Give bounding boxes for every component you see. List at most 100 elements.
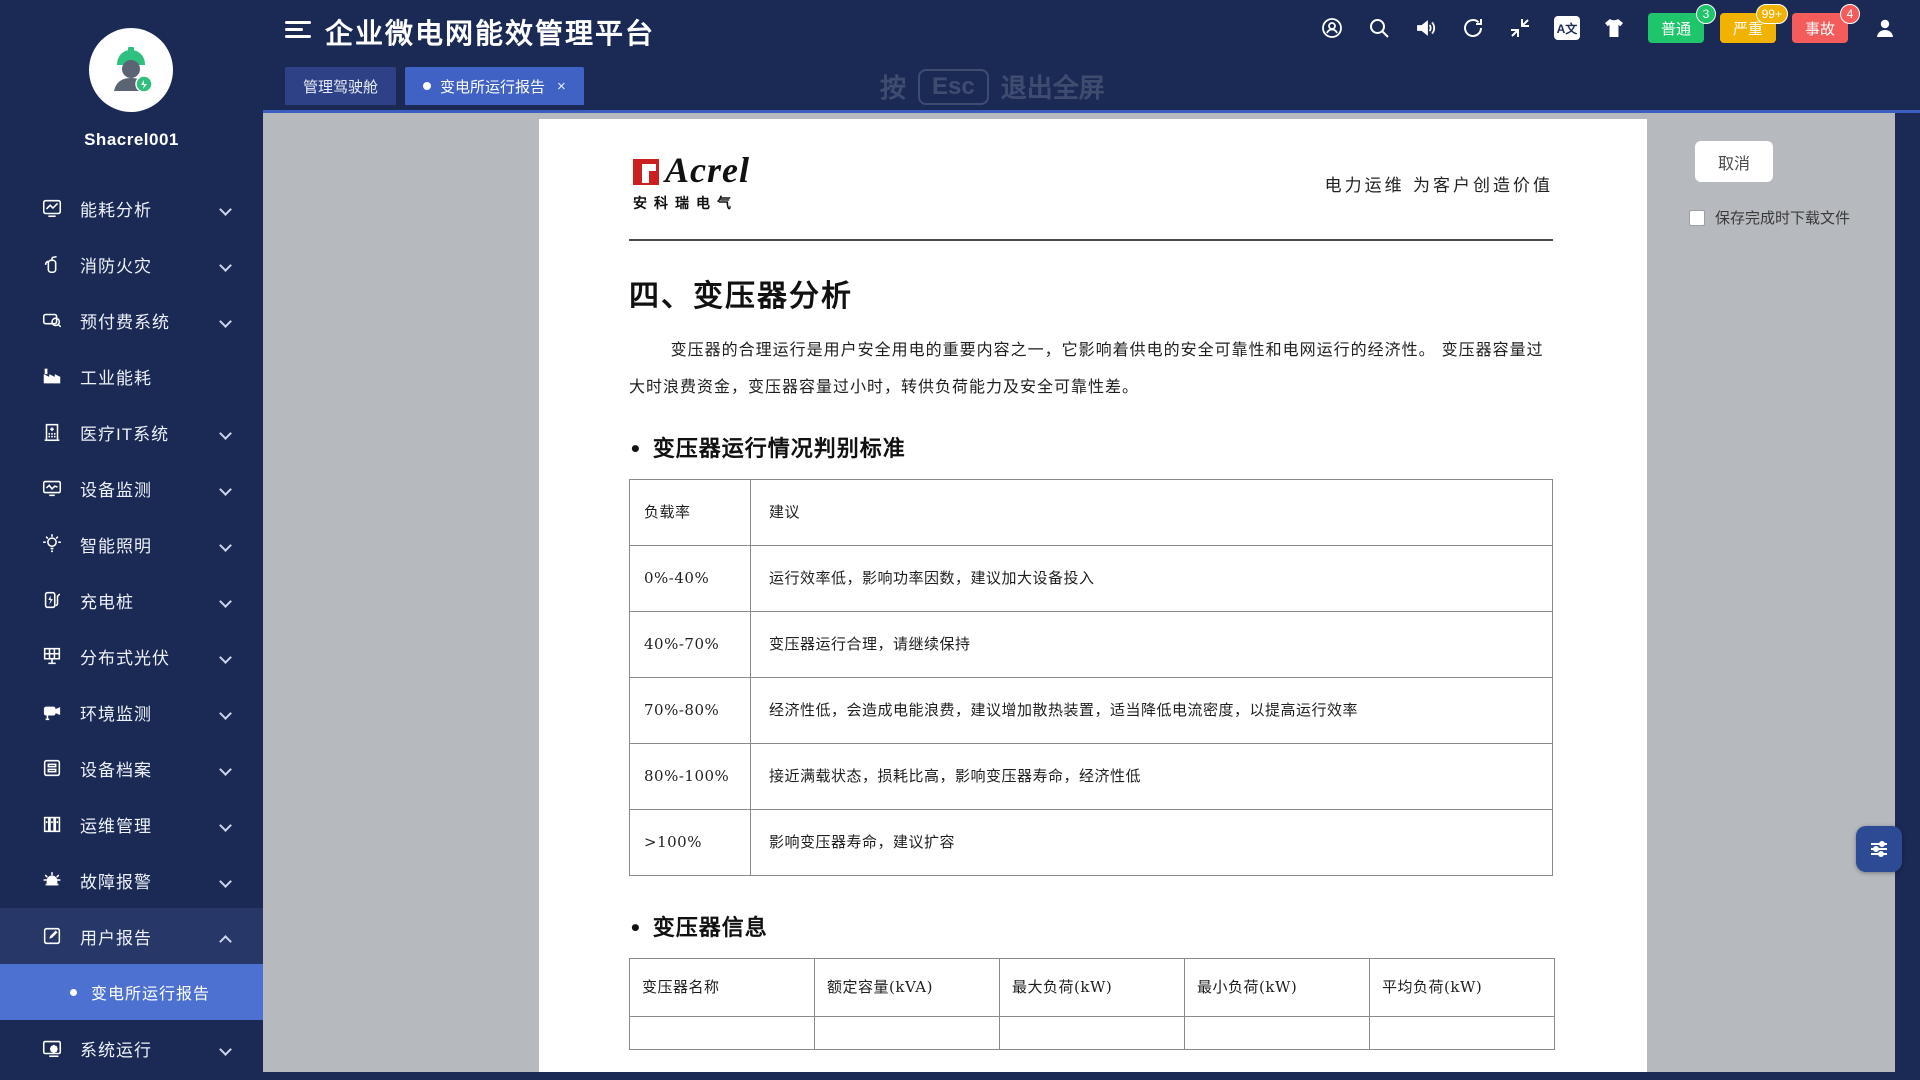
- sidebar-item-environment-monitoring[interactable]: 环境监测: [0, 684, 263, 740]
- cell: 40%-70%: [630, 612, 751, 678]
- chevron-down-icon: [219, 763, 232, 776]
- volume-icon[interactable]: [1413, 15, 1439, 41]
- sidebar-item-prepaid-system[interactable]: 预付费系统: [0, 292, 263, 348]
- cell: 变压器运行合理，请继续保持: [751, 612, 1553, 678]
- prepaid-card-icon: [40, 308, 64, 332]
- table1-heading: •变压器运行情况判别标准: [629, 431, 1553, 463]
- table-row: 40%-70% 变压器运行合理，请继续保持: [630, 612, 1553, 678]
- sidebar-item-om-management[interactable]: 运维管理: [0, 796, 263, 852]
- document-header: Acrel 安科瑞电气 电力运维 为客户创造价值: [629, 157, 1553, 227]
- header-cell: 额定容量(kVA): [815, 959, 1000, 1017]
- charging-pile-icon: [40, 588, 64, 612]
- sidebar-menu: 能耗分析 消防火灾 预付费系统 工业能耗 医疗IT系统 设备监测 智能照明 充: [0, 180, 263, 1076]
- table-row: >100% 影响变压器寿命，建议扩容: [630, 810, 1553, 876]
- sidebar-item-energy-analysis[interactable]: 能耗分析: [0, 180, 263, 236]
- search-icon[interactable]: [1366, 15, 1392, 41]
- sidebar-item-system-run[interactable]: 系统运行: [0, 1020, 263, 1076]
- table-row: 80%-100% 接近满载状态，损耗比高，影响变压器寿命，经济性低: [630, 744, 1553, 810]
- chevron-down-icon: [219, 315, 232, 328]
- brand-slogan: 电力运维 为客户创造价值: [1325, 171, 1553, 196]
- service-ring-icon[interactable]: [1319, 15, 1345, 41]
- section-paragraph: 变压器的合理运行是用户安全用电的重要内容之一，它影响着供电的安全可靠性和电网运行…: [629, 331, 1553, 405]
- header-cell: 平均负荷(kW): [1370, 959, 1555, 1017]
- header-cell: 负载率: [630, 480, 751, 546]
- cell: >100%: [630, 810, 751, 876]
- document-page: Acrel 安科瑞电气 电力运维 为客户创造价值 四、变压器分析 变压器的合理运…: [539, 119, 1647, 1072]
- sidebar-item-smart-lighting[interactable]: 智能照明: [0, 516, 263, 572]
- monitor-wave-icon: [40, 476, 64, 500]
- sidebar-item-charging-pile[interactable]: 充电桩: [0, 572, 263, 628]
- system-gear-icon: [40, 1036, 64, 1060]
- download-checkbox-label: 保存完成时下载文件: [1715, 207, 1850, 228]
- header-cell: 最小负荷(kW): [1185, 959, 1370, 1017]
- close-tab-icon[interactable]: ×: [557, 78, 566, 95]
- cancel-button[interactable]: 取消: [1695, 141, 1773, 182]
- cell: [630, 1017, 815, 1050]
- tab-dashboard[interactable]: 管理驾驶舱: [285, 67, 396, 105]
- app-title: 企业微电网能效管理平台: [325, 12, 655, 52]
- header-cell: 最大负荷(kW): [1000, 959, 1185, 1017]
- alarm-severe-button[interactable]: 严重 99+: [1720, 13, 1776, 43]
- chevron-down-icon: [219, 819, 232, 832]
- exit-fullscreen-icon[interactable]: [1507, 15, 1533, 41]
- sidebar-item-user-report[interactable]: 用户报告: [0, 908, 263, 964]
- sidebar-item-industrial-energy[interactable]: 工业能耗: [0, 348, 263, 404]
- sidebar-item-distributed-pv[interactable]: 分布式光伏: [0, 628, 263, 684]
- translate-icon[interactable]: A文: [1554, 15, 1580, 41]
- table2-heading: •变压器信息: [629, 910, 1553, 942]
- sidebar-item-device-archive[interactable]: 设备档案: [0, 740, 263, 796]
- binders-icon: [40, 812, 64, 836]
- cell: 影响变压器寿命，建议扩容: [751, 810, 1553, 876]
- hospital-icon: [40, 420, 64, 444]
- cell: 0%-40%: [630, 546, 751, 612]
- factory-icon: [40, 364, 64, 388]
- alarm-normal-button[interactable]: 普通 3: [1648, 13, 1704, 43]
- report-edit-icon: [40, 924, 64, 948]
- tab-substation-report[interactable]: 变电所运行报告 ×: [405, 67, 584, 105]
- chevron-down-icon: [219, 203, 232, 216]
- sidebar-subitem-substation-report[interactable]: 变电所运行报告: [0, 964, 263, 1020]
- acrel-logo-icon: [631, 157, 661, 192]
- fullscreen-hint: 按 Esc 退出全屏: [880, 68, 1105, 105]
- download-option: 保存完成时下载文件: [1689, 207, 1850, 228]
- cell: 80%-100%: [630, 744, 751, 810]
- worker-avatar-icon: [102, 41, 160, 99]
- load-rate-table: 负载率 建议 0%-40% 运行效率低，影响功率因数，建议加大设备投入 40%-…: [629, 479, 1553, 876]
- chevron-down-icon: [219, 707, 232, 720]
- cell: 接近满载状态，损耗比高，影响变压器寿命，经济性低: [751, 744, 1553, 810]
- chevron-down-icon: [219, 595, 232, 608]
- chevron-down-icon: [219, 1043, 232, 1056]
- alarm-severe-count: 99+: [1756, 4, 1788, 24]
- chevron-down-icon: [219, 651, 232, 664]
- archive-box-icon: [40, 756, 64, 780]
- cell: [1000, 1017, 1185, 1050]
- theme-shirt-icon[interactable]: [1601, 15, 1627, 41]
- sidebar-item-fault-alarm[interactable]: 故障报警: [0, 852, 263, 908]
- refresh-icon[interactable]: [1460, 15, 1486, 41]
- chevron-down-icon: [219, 259, 232, 272]
- cell: 经济性低，会造成电能浪费，建议增加散热装置，适当降低电流密度，以提高运行效率: [751, 678, 1553, 744]
- chevron-down-icon: [219, 427, 232, 440]
- cell: [815, 1017, 1000, 1050]
- alarm-accident-button[interactable]: 事故 4: [1792, 13, 1848, 43]
- cell: 运行效率低，影响功率因数，建议加大设备投入: [751, 546, 1553, 612]
- header-divider: [629, 239, 1553, 241]
- table-row: 70%-80% 经济性低，会造成电能浪费，建议增加散热装置，适当降低电流密度，以…: [630, 678, 1553, 744]
- alarm-accident-count: 4: [1840, 4, 1860, 24]
- sidebar-item-device-monitoring[interactable]: 设备监测: [0, 460, 263, 516]
- download-checkbox[interactable]: [1689, 210, 1705, 226]
- active-dot-icon: [423, 82, 431, 90]
- sidebar-item-fire-safety[interactable]: 消防火灾: [0, 236, 263, 292]
- user-icon[interactable]: [1872, 15, 1898, 41]
- sidebar-item-medical-it[interactable]: 医疗IT系统: [0, 404, 263, 460]
- chevron-down-icon: [219, 875, 232, 888]
- fire-extinguisher-icon: [40, 252, 64, 276]
- table-row: 0%-40% 运行效率低，影响功率因数，建议加大设备投入: [630, 546, 1553, 612]
- brand-name-cn: 安科瑞电气: [633, 193, 738, 213]
- table-row: 变压器名称 额定容量(kVA) 最大负荷(kW) 最小负荷(kW) 平均负荷(k…: [630, 959, 1555, 1017]
- collapse-menu-icon[interactable]: [285, 17, 311, 41]
- cell: [1185, 1017, 1370, 1050]
- report-settings-button[interactable]: [1856, 826, 1902, 872]
- avatar[interactable]: [89, 28, 173, 112]
- chart-icon: [40, 196, 64, 220]
